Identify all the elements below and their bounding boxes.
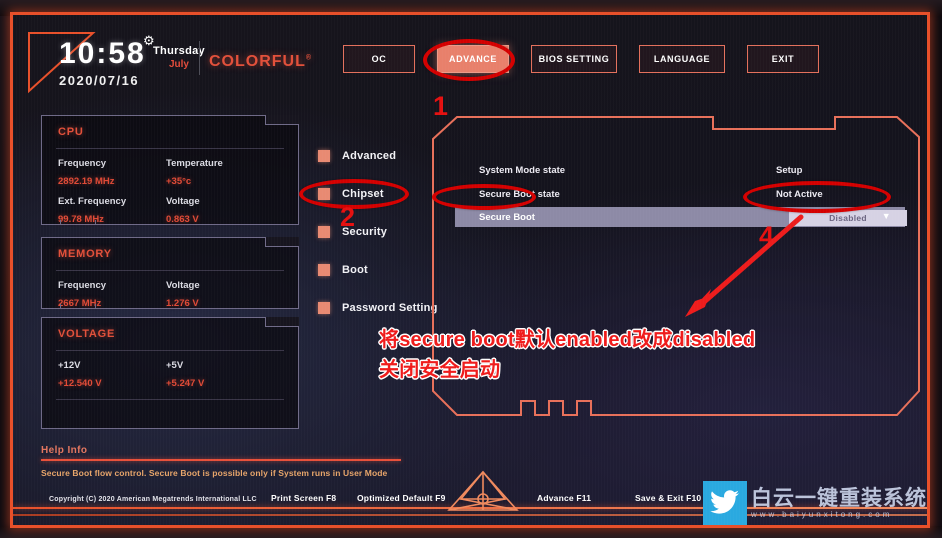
brand-logo: COLORFUL® [209,53,312,71]
cpu-temperature-cell: Temperature +35°c [166,158,274,187]
chevron-down-icon: ▼ [881,211,891,221]
system-mode-state-value: Setup [776,164,803,176]
tab-language-label: LANGUAGE [653,54,711,64]
row-system-mode-state: System Mode state Setup [431,159,921,181]
annotation-line-1: 将secure boot默认enabled改成disabled [379,329,756,351]
panel-rule [56,270,284,271]
cpu-frequency-value: 2892.19 MHz [58,176,115,187]
watermark-url: www.baiyunxitong.com [751,509,893,519]
panel-notch [265,317,299,327]
secure-boot-dropdown-value: Disabled [829,213,867,223]
cpu-ext-frequency-label: Ext. Frequency [58,196,127,207]
cpu-info-panel: CPU Frequency 2892.19 MHz Temperature +3… [41,115,299,225]
bullet-square-icon [318,264,330,276]
cpu-frequency-cell: Frequency 2892.19 MHz [58,158,166,187]
twitter-bird-icon [703,481,747,525]
voltage-12v-label: +12V [58,360,81,371]
clock-block: 10:58 2020/07/16 [59,37,146,89]
help-info-title: Help Info [41,445,88,456]
voltage-panel-title: VOLTAGE [58,328,116,340]
watermark-brand-cn: 白云一键重装系统 [751,485,927,510]
cpu-voltage-value: 0.863 V [166,214,199,225]
pyramid-logo-icon [447,470,519,511]
secure-boot-label: Secure Boot [479,211,535,223]
help-info: Help Info Secure Boot flow control. Secu… [41,445,453,478]
panel-rule [56,350,284,351]
tab-language[interactable]: LANGUAGE [639,45,725,73]
footer-print-screen[interactable]: Print Screen F8 [271,493,336,503]
menu-item-password-setting-label: Password Setting [342,302,438,314]
cpu-temperature-value: +35°c [166,176,192,187]
voltage-5v-label: +5V [166,360,184,371]
secure-boot-content-panel: System Mode state Setup Secure Boot stat… [431,115,921,470]
voltage-5v-cell: +5V +5.247 V [166,360,274,389]
footer-save-exit[interactable]: Save & Exit F10 [635,493,701,503]
panel-feet [60,304,96,309]
bios-photo: 10:58 2020/07/16 ⚙ Thursday July COLORFU… [0,0,942,538]
cpu-frequency-label: Frequency [58,158,107,169]
voltage-row-1: +12V +12.540 V +5V +5.247 V [58,360,298,389]
menu-item-advanced-label: Advanced [342,150,397,162]
cpu-panel-title: CPU [58,126,84,138]
watermark: 白云一键重装系统 www.baiyunxitong.com [703,481,927,525]
help-info-rule [41,459,401,461]
annotation-number-1: 1 [433,91,449,121]
panel-notch [265,115,299,125]
panel-rule-2 [56,399,284,400]
annotation-ellipse-dropdown [743,181,891,213]
settings-menu-list[interactable]: Advanced Chipset Security Boot Password … [318,143,438,333]
voltage-12v-cell: +12V +12.540 V [58,360,166,389]
footer-advance[interactable]: Advance F11 [537,493,591,503]
memory-panel-title: MEMORY [58,248,112,260]
tab-bios-setting[interactable]: BIOS SETTING [531,45,617,73]
cpu-row-1: Frequency 2892.19 MHz Temperature +35°c [58,158,298,187]
voltage-5v-value: +5.247 V [166,378,205,389]
memory-frequency-label: Frequency [58,280,107,291]
annotation-ellipse-secure-boot-row [432,184,536,210]
annotation-arrow-icon [685,214,804,317]
bullet-square-icon [318,226,330,238]
panel-rule [56,148,284,149]
tab-oc-label: OC [371,54,387,64]
bullet-square-icon [318,302,330,314]
bios-screen: 10:58 2020/07/16 ⚙ Thursday July COLORFU… [13,15,927,525]
watermark-text: 白云一键重装系统 www.baiyunxitong.com [751,487,927,520]
menu-item-advanced[interactable]: Advanced [318,143,438,169]
header-divider [199,41,200,75]
menu-item-security[interactable]: Security [318,219,438,245]
cpu-voltage-cell: Voltage 0.863 V [166,196,274,225]
brand-tm: ® [305,54,313,62]
brand-name: COLORFUL [209,53,306,70]
memory-voltage-cell: Voltage 1.276 V [166,280,274,309]
voltage-12v-value: +12.540 V [58,378,102,389]
footer-optimized-default[interactable]: Optimized Default F9 [357,493,446,503]
memory-voltage-label: Voltage [166,280,200,291]
voltage-info-panel: VOLTAGE +12V +12.540 V +5V +5.247 V [41,317,299,429]
memory-voltage-value: 1.276 V [166,298,199,309]
annotation-line-2: 关闭安全启动 [379,359,501,381]
annotation-text-block: 将secure boot默认enabled改成disabled 关闭安全启动 [379,325,849,385]
panel-notch [265,237,299,247]
help-info-text: Secure Boot flow control. Secure Boot is… [41,468,388,478]
clock-time: 10:58 [59,37,146,70]
menu-item-password-setting[interactable]: Password Setting [318,295,438,321]
annotation-ellipse-advance-tab [423,39,515,81]
panel-feet [60,220,96,225]
tab-exit[interactable]: EXIT [747,45,819,73]
memory-info-panel: MEMORY Frequency 2667 MHz Voltage 1.276 … [41,237,299,309]
footer-copyright: Copyright (C) 2020 American Megatrends I… [49,496,257,503]
top-navigation[interactable]: OC ADVANCE BIOS SETTING LANGUAGE EXIT [343,45,819,73]
bios-screen-frame: 10:58 2020/07/16 ⚙ Thursday July COLORFU… [10,12,930,528]
tab-exit-label: EXIT [771,54,795,64]
cpu-temperature-label: Temperature [166,158,223,169]
bullet-square-icon [318,150,330,162]
menu-item-boot-label: Boot [342,264,368,276]
cpu-voltage-label: Voltage [166,196,200,207]
clock-date: 2020/07/16 [59,73,140,88]
tab-bios-setting-label: BIOS SETTING [538,54,610,64]
system-mode-state-label: System Mode state [479,164,566,176]
menu-item-boot[interactable]: Boot [318,257,438,283]
annotation-number-2: 2 [340,202,356,232]
tab-oc[interactable]: OC [343,45,415,73]
